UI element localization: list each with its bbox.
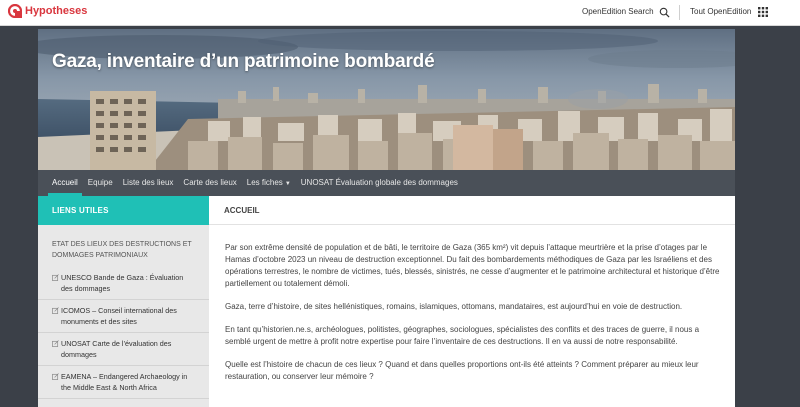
main-content: ACCUEIL Par son extrême densité de popul… [209,196,735,407]
article-body: Par son extrême densité de population et… [209,225,735,383]
nav-item-unosat[interactable]: UNOSAT Évaluation globale des dommages [296,170,463,196]
sidebar-category: ETAT DES LIEUX DES DESTRUCTIONS ET DOMMA… [52,241,192,259]
nav-item-equipe[interactable]: Equipe [83,170,118,196]
tout-openedition-label: Tout OpenEdition [690,7,752,16]
site-title[interactable]: Gaza, inventaire d’un patrimoine bombard… [52,51,435,73]
external-link-icon [52,274,59,281]
external-link-icon [52,340,59,347]
sidebar-link-label: UNOSAT Carte de l’évaluation des dommage… [61,339,172,359]
chevron-down-icon: ▼ [284,180,291,187]
sidebar-link-unesco[interactable]: UNESCO Bande de Gaza : Évaluation des do… [38,267,209,300]
search-icon [659,7,670,18]
paragraph: Par son extrême densité de population et… [225,243,720,288]
paragraph: En tant qu’historien.ne.s, archéologues,… [225,325,700,346]
openedition-search-link[interactable]: OpenEdition Search [582,6,670,18]
nav-item-les-fiches-label: Les fiches [246,177,283,187]
sidebar-link-eamena[interactable]: EAMENA – Endangered Archaeology in the M… [38,366,209,399]
nav-item-carte-des-lieux[interactable]: Carte des lieux [178,170,241,196]
tout-openedition-menu[interactable]: Tout OpenEdition [690,6,769,18]
site-banner: Gaza, inventaire d’un patrimoine bombard… [38,29,735,170]
paragraph: Gaza, terre d’histoire, de sites helléni… [225,302,683,311]
sidebar-link-icomos[interactable]: ICOMOS – Conseil international des monum… [38,300,209,333]
topbar-divider [679,5,680,20]
nav-item-liste-des-lieux[interactable]: Liste des lieux [118,170,179,196]
brand-logo[interactable]: Hypotheses [8,4,87,18]
page-title: ACCUEIL [209,196,735,225]
top-bar: Hypotheses OpenEdition Search Tout OpenE… [0,0,800,26]
paragraph: Quelle est l’histoire de chacun de ces l… [225,360,699,381]
external-link-icon [52,307,59,314]
sidebar-link-label: UNESCO Bande de Gaza : Évaluation des do… [61,273,184,293]
sidebar-link-unosat[interactable]: UNOSAT Carte de l’évaluation des dommage… [38,333,209,366]
sidebar-link-label: EAMENA – Endangered Archaeology in the M… [61,372,188,392]
hypotheses-logo-icon [8,4,22,18]
external-link-icon [52,373,59,380]
nav-item-les-fiches[interactable]: Les fiches ▼ [242,170,296,197]
sidebar-header: LIENS UTILES [38,196,209,225]
sidebar-link-label: ICOMOS – Conseil international des monum… [61,306,177,326]
grid-icon [758,7,769,17]
main-navigation: Accueil Equipe Liste des lieux Carte des… [38,170,735,196]
openedition-search-label: OpenEdition Search [582,7,654,16]
sidebar: LIENS UTILES ETAT DES LIEUX DES DESTRUCT… [38,196,209,407]
brand-name: Hypotheses [25,5,88,17]
